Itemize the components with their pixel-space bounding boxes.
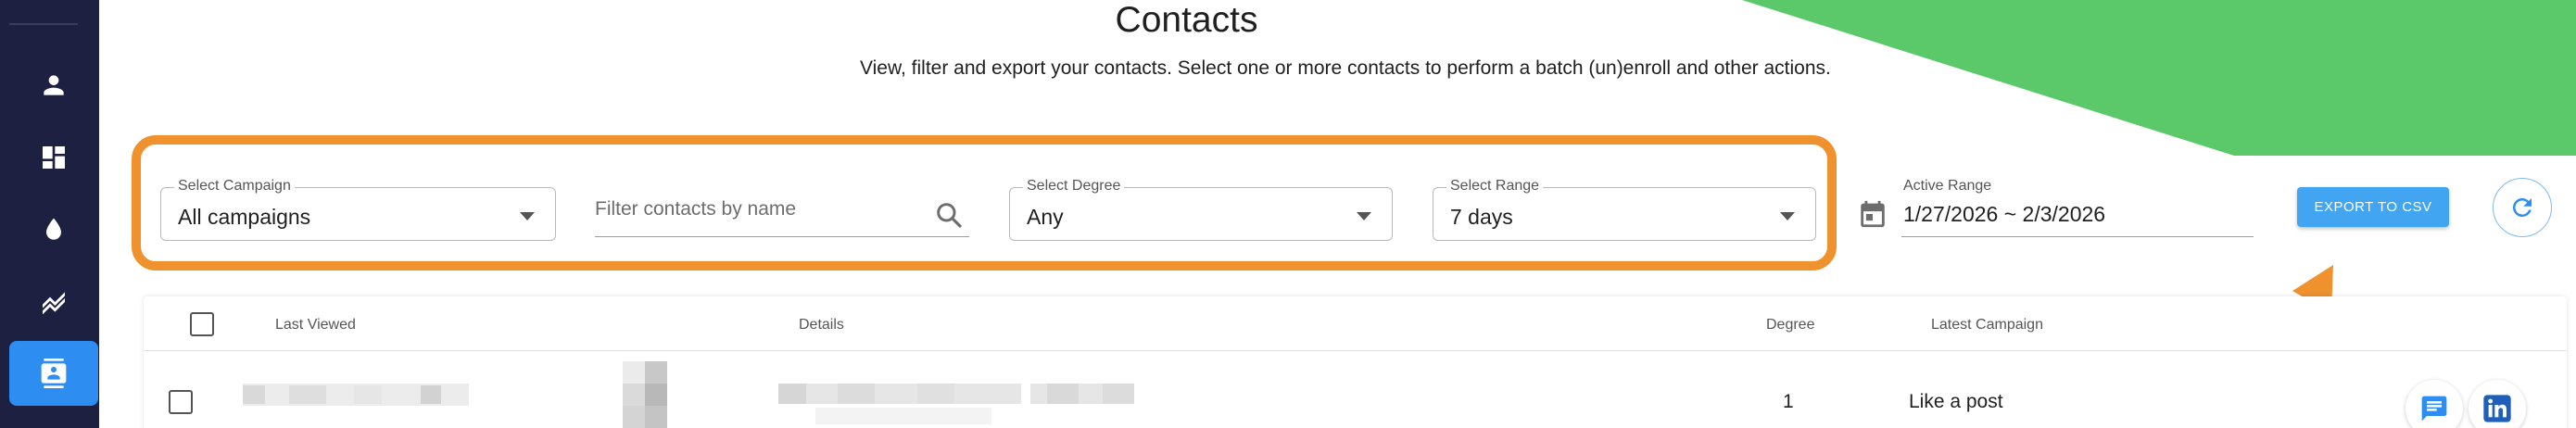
sidebar-item-profile[interactable] [9,53,98,118]
column-header-latest-campaign: Latest Campaign [1931,317,2043,333]
column-header-degree: Degree [1766,317,1815,333]
row-degree: 1 [1783,391,1794,412]
row-latest-campaign: Like a post [1909,391,2003,412]
calendar-icon [1861,200,1885,228]
chevron-down-icon [1357,212,1371,220]
drop-icon [46,218,61,240]
sidebar-item-contacts[interactable] [9,341,98,406]
range-select[interactable]: Select Range 7 days [1433,178,1816,241]
search-icon[interactable] [934,200,964,230]
chevron-down-icon [520,212,535,220]
chevron-down-icon [1780,212,1795,220]
degree-select-label: Select Degree [1023,178,1125,195]
sidebar-item-drip[interactable] [9,197,98,262]
degree-select-value: Any [1027,205,1064,229]
page-title: Contacts [1115,0,1258,40]
contact-search [595,189,969,237]
search-input[interactable] [595,198,910,220]
chat-icon [2421,396,2447,422]
active-range-label: Active Range [1903,178,1992,194]
contacts-icon [41,359,67,388]
active-range-field[interactable]: Active Range 1/27/2026 ~ 2/3/2026 [1901,176,2254,237]
refresh-button[interactable] [2493,178,2552,237]
chart-icon [43,292,65,315]
person-icon [44,75,64,95]
column-header-last-viewed: Last Viewed [275,317,356,333]
campaign-select-value: All campaigns [178,205,311,229]
range-select-value: 7 days [1450,205,1513,229]
dashboard-icon [43,146,65,169]
refresh-icon [2512,197,2532,217]
export-csv-button[interactable]: EXPORT TO CSV [2297,187,2449,227]
column-header-details: Details [799,317,844,333]
select-all-checkbox[interactable] [190,312,214,336]
details-redacted [778,384,1134,424]
active-range-value: 1/27/2026 ~ 2/3/2026 [1903,202,2106,226]
degree-select[interactable]: Select Degree Any [1009,178,1393,241]
page-subtitle: View, filter and export your contacts. S… [860,57,1831,79]
campaign-select[interactable]: Select Campaign All campaigns [160,178,556,241]
range-select-label: Select Range [1446,178,1544,195]
avatar [623,361,667,428]
contacts-table [144,296,2567,428]
table-header-divider [144,350,2567,351]
linkedin-icon [2483,395,2511,422]
campaign-select-label: Select Campaign [174,178,295,195]
sidebar-item-analytics[interactable] [9,270,98,334]
sidebar [0,0,99,428]
page-title-wrap: Contacts [0,0,2576,41]
sidebar-item-dashboard[interactable] [9,125,98,190]
row-checkbox[interactable] [169,390,193,414]
last-viewed-redacted [243,384,469,406]
